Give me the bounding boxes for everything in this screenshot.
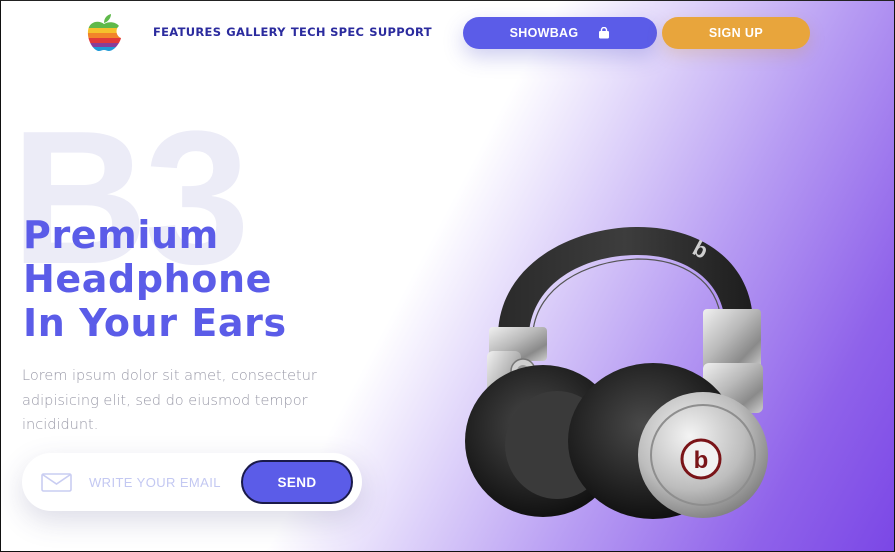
nav-support[interactable]: SUPPORT <box>369 25 432 39</box>
apple-logo-icon[interactable] <box>83 13 125 53</box>
hero-description: Lorem ipsum dolor sit amet, consectetur … <box>22 368 317 433</box>
envelope-icon <box>41 473 72 492</box>
showbag-label: SHOWBAG <box>509 26 579 40</box>
nav-gallery[interactable]: GALLERY <box>226 25 286 39</box>
main-nav: FEATURES GALLERY TECH SPEC SUPPORT <box>153 25 432 39</box>
headline-line-1: Premium <box>23 213 219 257</box>
email-input[interactable] <box>89 472 239 492</box>
hero-headline: Premium Headphone In Your Ears <box>23 213 287 345</box>
showbag-button[interactable]: SHOWBAG <box>463 17 657 49</box>
send-button[interactable]: SEND <box>241 460 353 504</box>
headphone-product-image: b b <box>465 227 768 519</box>
headline-line-2: Headphone <box>23 257 273 301</box>
shopping-bag-icon <box>599 27 610 39</box>
landing-page: FEATURES GALLERY TECH SPEC SUPPORT SHOWB… <box>0 0 895 552</box>
signup-label: SIGN UP <box>708 26 764 40</box>
nav-tech-spec[interactable]: TECH SPEC <box>291 25 364 39</box>
send-label: SEND <box>277 474 317 490</box>
headline-line-3: In Your Ears <box>23 301 287 345</box>
signup-button[interactable]: SIGN UP <box>662 17 810 49</box>
beats-logo: b <box>694 447 709 474</box>
nav-features[interactable]: FEATURES <box>153 25 221 39</box>
email-signup-form: SEND <box>22 453 362 511</box>
